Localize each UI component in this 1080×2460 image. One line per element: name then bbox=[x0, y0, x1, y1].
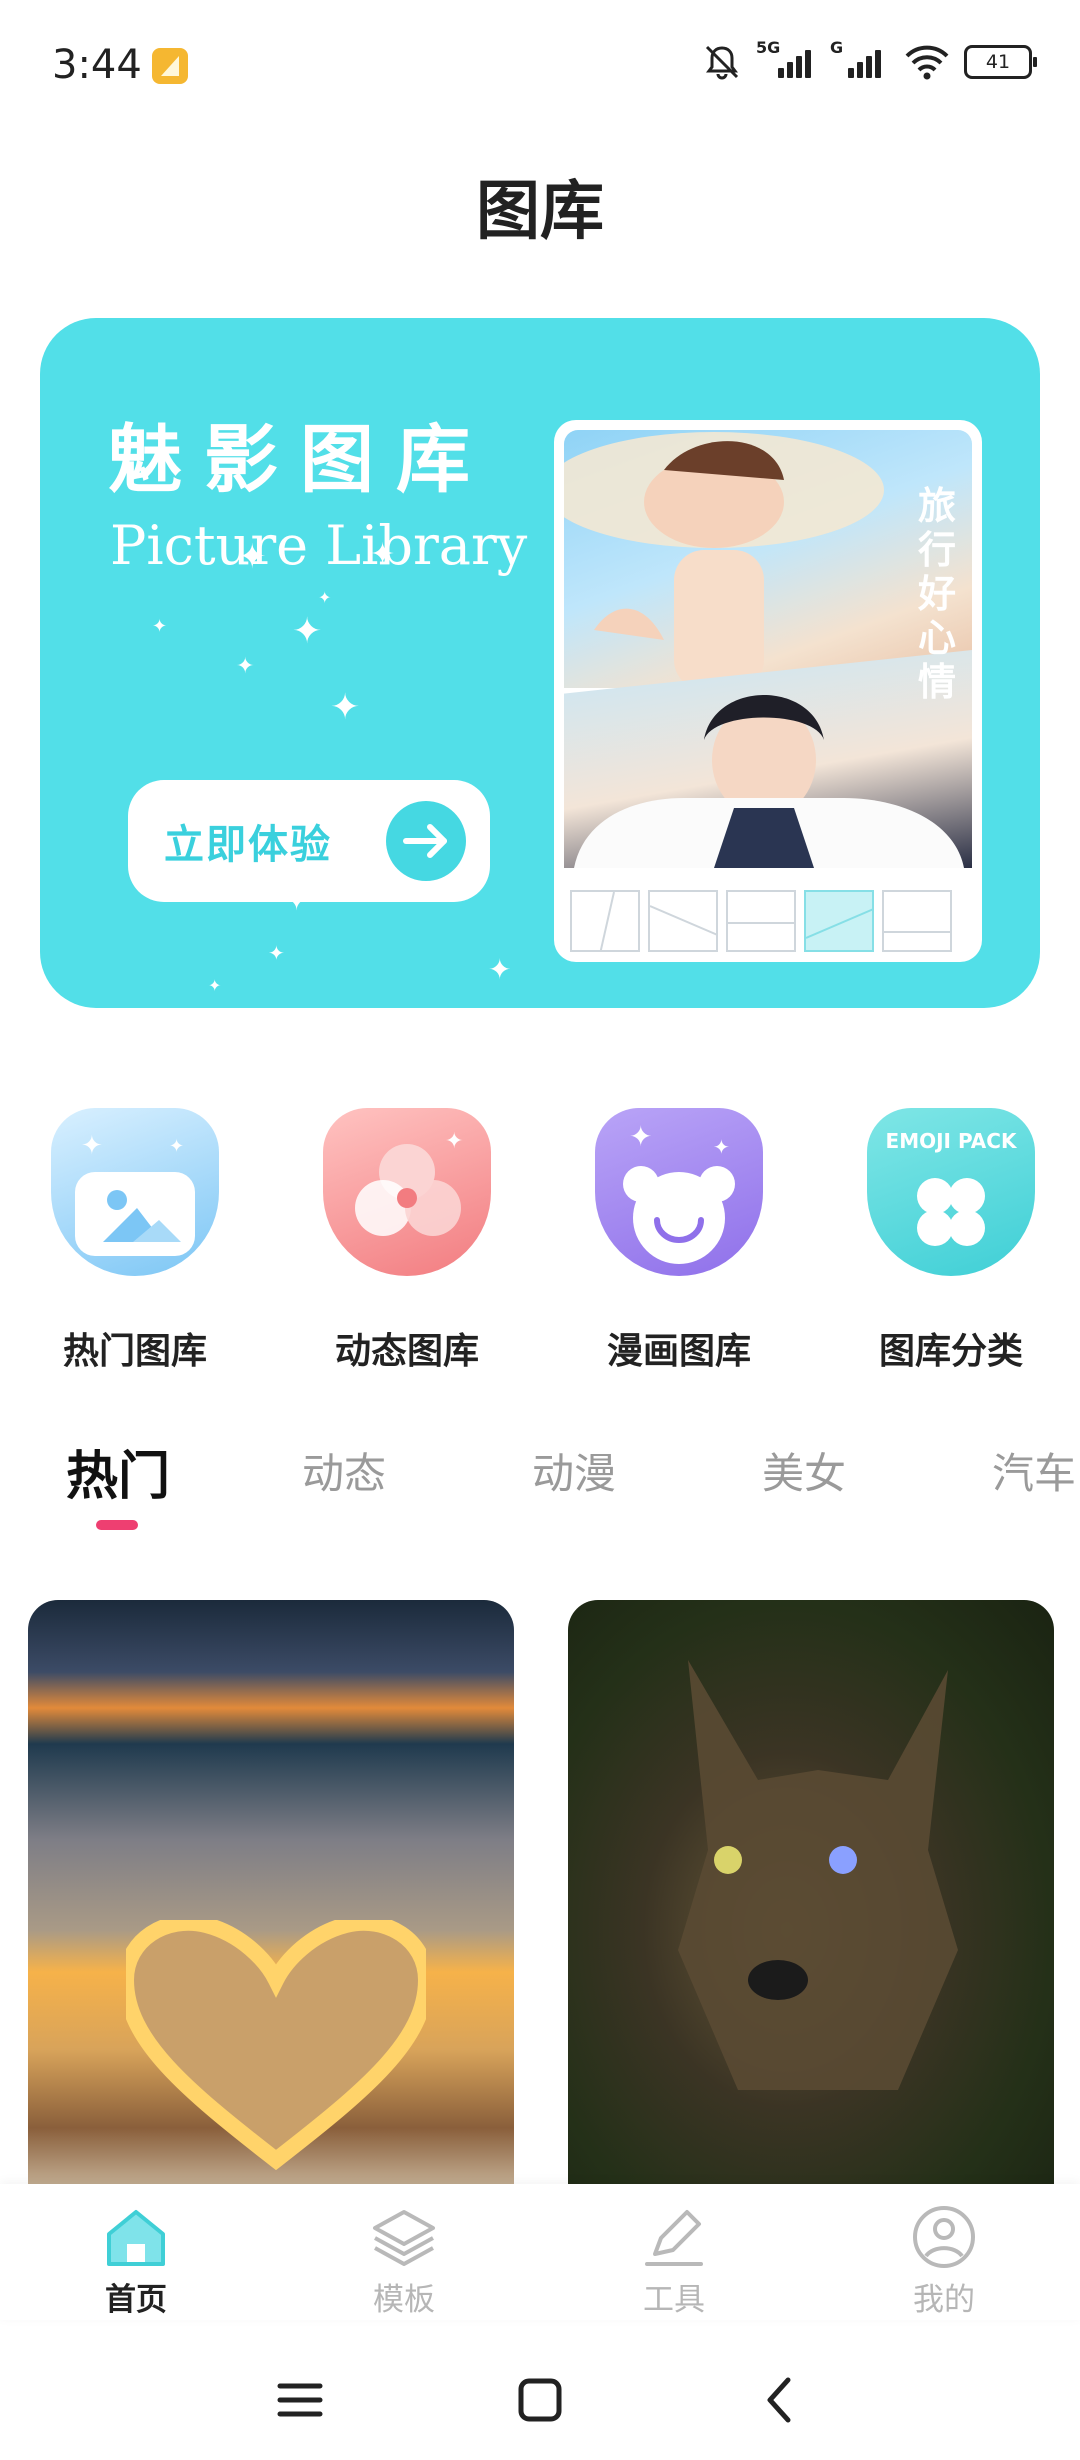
svg-text:✦: ✦ bbox=[629, 1120, 652, 1153]
banner-vertical-text: 旅行好心情 bbox=[917, 484, 956, 704]
status-time: 3:44 bbox=[52, 42, 142, 88]
arrow-right-icon bbox=[386, 801, 466, 881]
nav-profile[interactable]: 我的 bbox=[844, 2204, 1044, 2319]
banner-photo-card: 旅行好心情 bbox=[554, 420, 982, 962]
svg-text:✦: ✦ bbox=[713, 1135, 730, 1159]
tab-beauty[interactable]: 美女 bbox=[762, 1440, 846, 1501]
profile-icon bbox=[913, 2206, 975, 2268]
back-icon[interactable] bbox=[750, 2370, 810, 2430]
nav-label: 模板 bbox=[373, 2282, 435, 2318]
system-nav-bar bbox=[0, 2340, 1080, 2460]
layout-tile bbox=[648, 890, 718, 952]
banner-subtitle: Picture Library bbox=[110, 514, 528, 577]
nav-templates[interactable]: 模板 bbox=[304, 2204, 504, 2319]
try-now-label: 立即体验 bbox=[164, 822, 332, 868]
layout-tile bbox=[726, 890, 796, 952]
sparkle-icon: ✦ bbox=[238, 537, 267, 577]
sparkle-icon: ✦ bbox=[488, 953, 512, 986]
gallery-image-wolf[interactable] bbox=[568, 1600, 1054, 2200]
home-square-icon[interactable] bbox=[510, 2370, 570, 2430]
picture-icon: ✦ ✦ bbox=[51, 1108, 219, 1276]
wifi-icon bbox=[905, 45, 949, 80]
nav-label: 我的 bbox=[913, 2282, 975, 2318]
tab-dynamic[interactable]: 动态 bbox=[302, 1440, 386, 1501]
bottom-nav: 首页 模板 工具 我的 bbox=[0, 2184, 1080, 2320]
category-hot-gallery[interactable]: ✦ ✦ 热门图库 bbox=[30, 1108, 240, 1374]
tab-anime[interactable]: 动漫 bbox=[532, 1440, 616, 1501]
bear-icon: ✦ ✦ bbox=[595, 1108, 763, 1276]
gallery-tabs: 热门 动态 动漫 美女 汽车 bbox=[0, 1440, 1080, 1530]
layers-icon bbox=[373, 2210, 435, 2266]
category-label: 漫画图库 bbox=[606, 1331, 751, 1372]
layout-tile-selected bbox=[804, 890, 874, 952]
svg-text:✦: ✦ bbox=[169, 1136, 184, 1157]
status-bar: 3:44 5G G 41 bbox=[0, 0, 1080, 130]
nav-label: 首页 bbox=[105, 2282, 167, 2318]
category-dynamic-gallery[interactable]: ✦ 动态图库 bbox=[302, 1108, 512, 1374]
emoji-pack-badge: EMOJI PACK bbox=[886, 1129, 1018, 1153]
signal-g-icon: G bbox=[830, 38, 890, 80]
try-now-button[interactable]: 立即体验 bbox=[128, 780, 490, 902]
gallery-image-heart-beach[interactable] bbox=[28, 1600, 514, 2200]
sparkle-icon: ✦ bbox=[370, 537, 396, 572]
wolf-illustration bbox=[678, 1660, 958, 2090]
notification-icon bbox=[152, 48, 188, 84]
banner-title: 魅影图库 bbox=[108, 417, 492, 503]
menu-icon[interactable] bbox=[270, 2370, 330, 2430]
sparkle-icon: ✦ bbox=[236, 654, 255, 679]
sparkle-icon: ✦ bbox=[318, 588, 332, 607]
sparkle-icon: ✦ bbox=[330, 687, 361, 728]
category-label: 图库分类 bbox=[878, 1331, 1023, 1372]
sparkle-icon: ✦ bbox=[268, 941, 285, 965]
category-label: 热门图库 bbox=[62, 1331, 207, 1372]
swirl-icon: ✦ bbox=[323, 1108, 491, 1276]
sparkle-icon: ✦ bbox=[292, 611, 323, 652]
status-icons: 5G G 41 bbox=[702, 38, 1037, 84]
sparkle-icon: ✦ bbox=[152, 616, 168, 637]
tab-hot[interactable]: 热门 bbox=[66, 1434, 170, 1509]
layout-tile bbox=[570, 890, 640, 952]
sparkle-icon: ✦ bbox=[208, 976, 222, 995]
svg-text:✦: ✦ bbox=[445, 1129, 463, 1154]
home-icon bbox=[107, 2210, 165, 2266]
battery-indicator: 41 bbox=[964, 45, 1037, 79]
nav-home[interactable]: 首页 bbox=[36, 2204, 236, 2319]
heart-shape bbox=[126, 1920, 426, 2170]
nav-tools[interactable]: 工具 bbox=[574, 2204, 774, 2319]
layout-tile bbox=[882, 890, 952, 952]
layout-tiles bbox=[570, 890, 952, 952]
category-comic-gallery[interactable]: ✦ ✦ 漫画图库 bbox=[574, 1108, 784, 1374]
signal-5g-icon: 5G bbox=[756, 38, 816, 80]
pencil-icon bbox=[645, 2210, 703, 2266]
nav-label: 工具 bbox=[643, 2282, 705, 2318]
category-gallery-classify[interactable]: EMOJI PACK 图库分类 bbox=[846, 1108, 1056, 1374]
tab-active-indicator bbox=[96, 1520, 138, 1530]
svg-text:✦: ✦ bbox=[81, 1131, 103, 1161]
clover-icon: EMOJI PACK bbox=[867, 1108, 1035, 1276]
category-label: 动态图库 bbox=[334, 1331, 479, 1372]
banner-photo-top bbox=[564, 430, 972, 688]
bell-muted-icon bbox=[705, 45, 739, 80]
tab-cars[interactable]: 汽车 bbox=[992, 1440, 1076, 1501]
page-title: 图库 bbox=[476, 175, 604, 249]
promo-banner[interactable]: 魅影图库 Picture Library ✦ ✦ ✦ ✦ ✦ ✦ ✦ ✦ ✦ ✦… bbox=[40, 318, 1040, 1008]
